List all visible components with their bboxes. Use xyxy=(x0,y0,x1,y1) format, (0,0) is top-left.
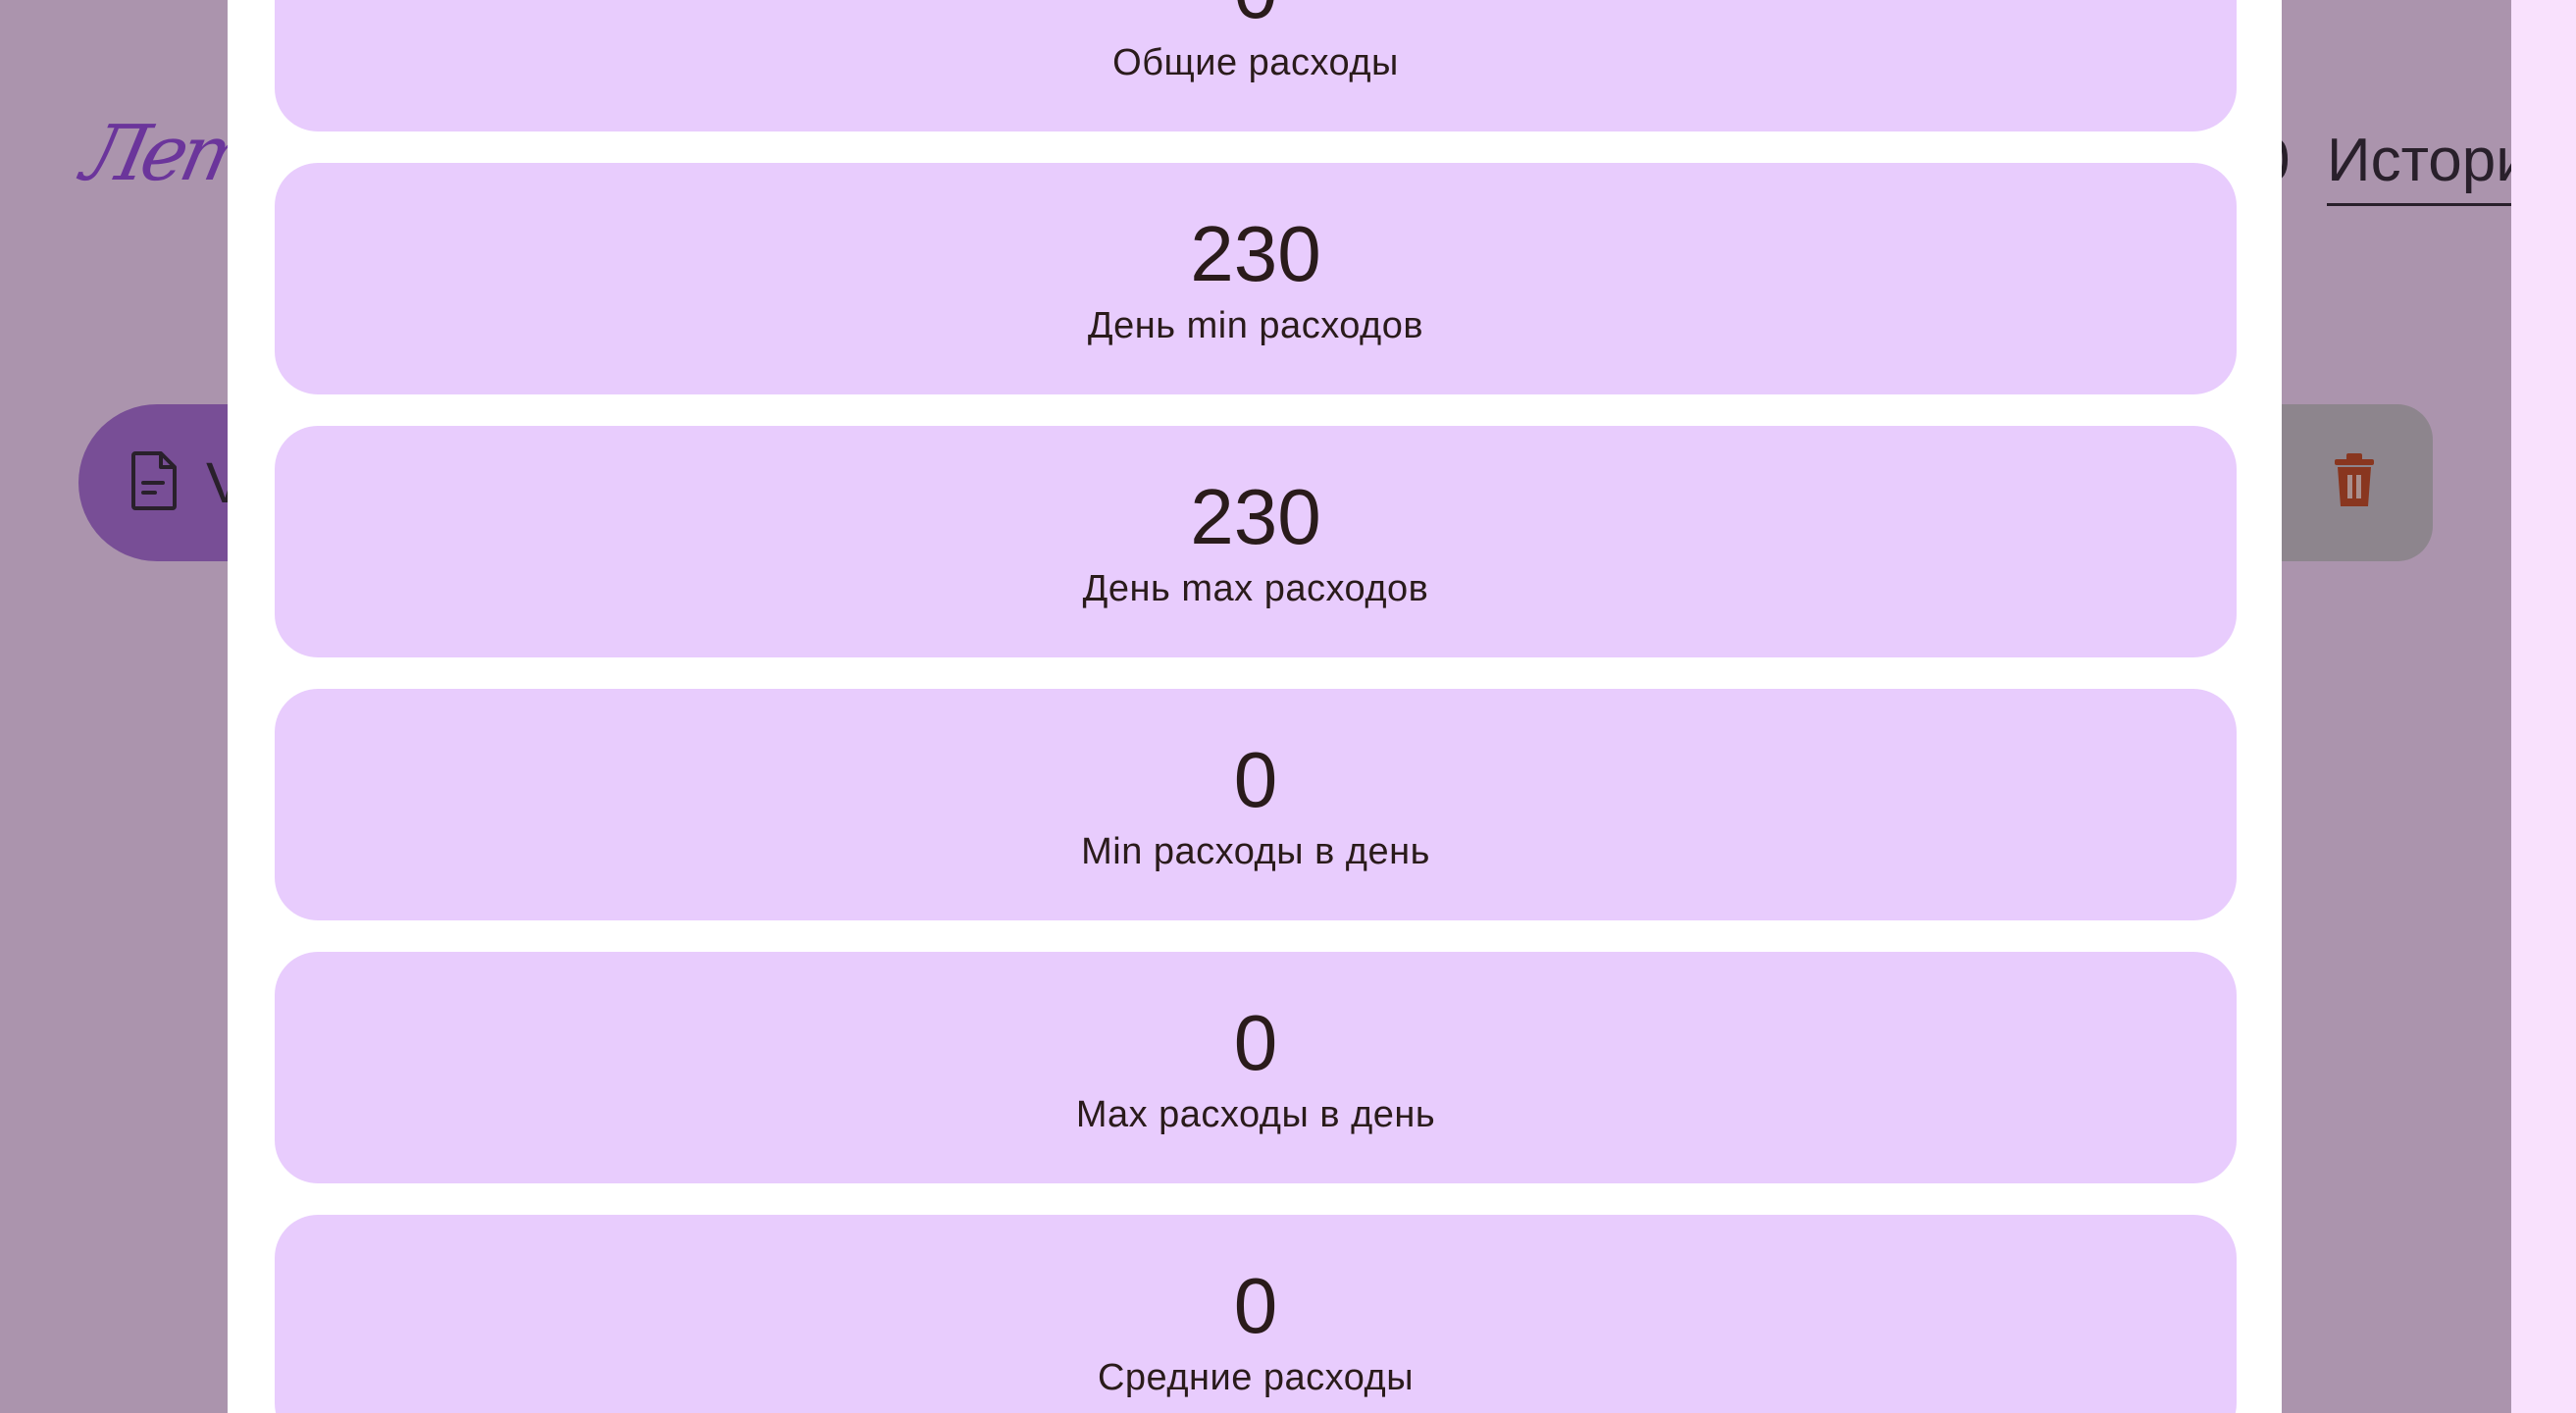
stat-label: День max расходов xyxy=(1082,567,1429,609)
stat-card-min-day: 230 День min расходов xyxy=(275,163,2237,394)
stat-label: Общие расходы xyxy=(1112,41,1399,83)
stat-value: 0 xyxy=(1234,0,1278,30)
stat-card-min-per-day: 0 Min расходы в день xyxy=(275,689,2237,920)
stat-label: Max расходы в день xyxy=(1075,1093,1436,1135)
stat-card-max-day: 230 День max расходов xyxy=(275,426,2237,657)
stat-label: День min расходов xyxy=(1087,304,1424,346)
stat-value: 0 xyxy=(1233,735,1278,823)
stat-card-total-expenses: 0 Общие расходы xyxy=(275,0,2237,131)
statistics-dialog: 0 Общие расходы 230 День min расходов 23… xyxy=(228,0,2282,1413)
stat-label: Min расходы в день xyxy=(1081,830,1430,872)
stat-card-average: 0 Средние расходы xyxy=(275,1215,2237,1413)
stat-card-max-per-day: 0 Max расходы в день xyxy=(275,952,2237,1183)
right-edge-strip xyxy=(2511,0,2576,1413)
stat-value: 230 xyxy=(1190,472,1321,560)
stat-label: Средние расходы xyxy=(1097,1356,1415,1398)
stat-value: 230 xyxy=(1190,209,1321,297)
stats-list[interactable]: 0 Общие расходы 230 День min расходов 23… xyxy=(275,0,2237,1413)
stat-value: 0 xyxy=(1233,1261,1278,1349)
stat-value: 0 xyxy=(1233,998,1278,1086)
